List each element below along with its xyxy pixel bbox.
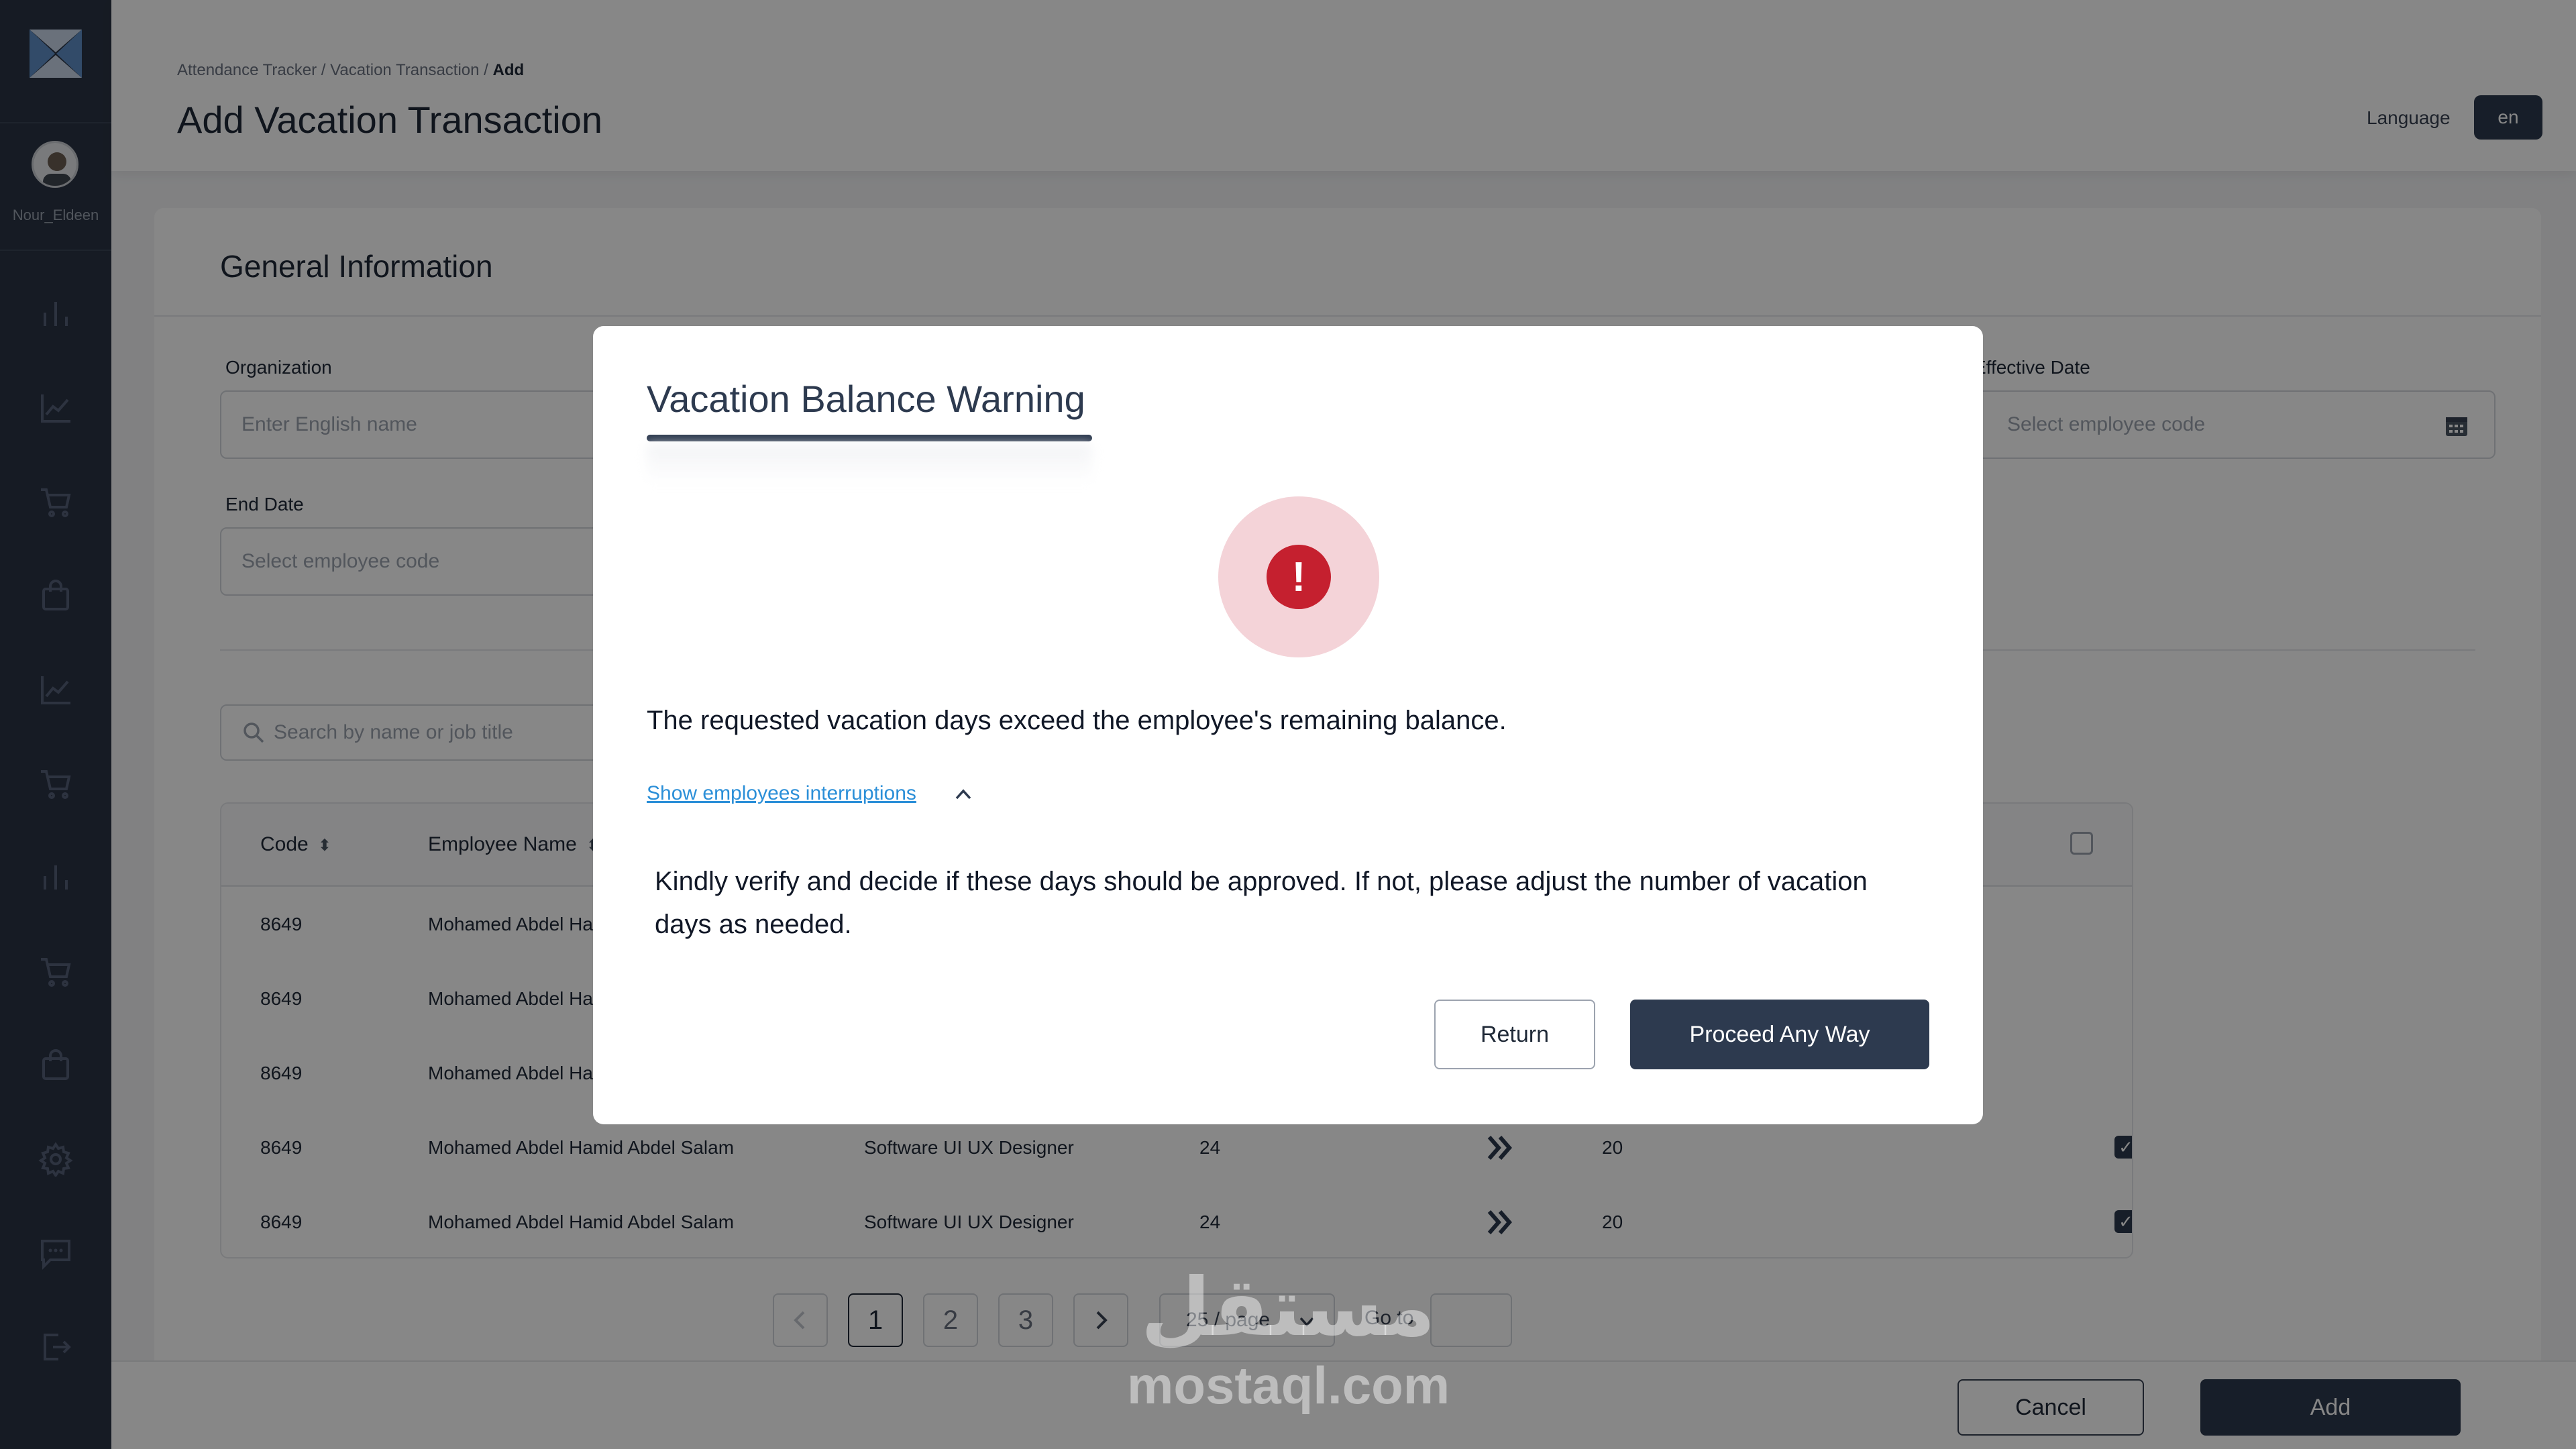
warning-message: The requested vacation days exceed the e… <box>647 706 1507 735</box>
modal-title: Vacation Balance Warning <box>647 378 1085 420</box>
watermark-latin: mostaql.com <box>1127 1356 1450 1415</box>
verification-note: Kindly verify and decide if these days s… <box>655 867 1868 939</box>
exclamation-icon: ! <box>1267 545 1331 609</box>
warning-badge: ! <box>1218 496 1379 657</box>
return-button[interactable]: Return <box>1434 1000 1595 1069</box>
watermark-arabic: مستقل <box>1140 1261 1436 1354</box>
chevron-up-icon[interactable] <box>953 785 974 804</box>
title-shadow <box>647 444 1092 484</box>
show-interruptions-link[interactable]: Show employees interruptions <box>647 782 916 805</box>
vacation-warning-modal: Vacation Balance Warning ! The requested… <box>593 326 1983 1124</box>
title-underline <box>647 435 1092 441</box>
proceed-any-way-button[interactable]: Proceed Any Way <box>1630 1000 1929 1069</box>
watermark: مستقل mostaql.com <box>1127 1261 1450 1422</box>
